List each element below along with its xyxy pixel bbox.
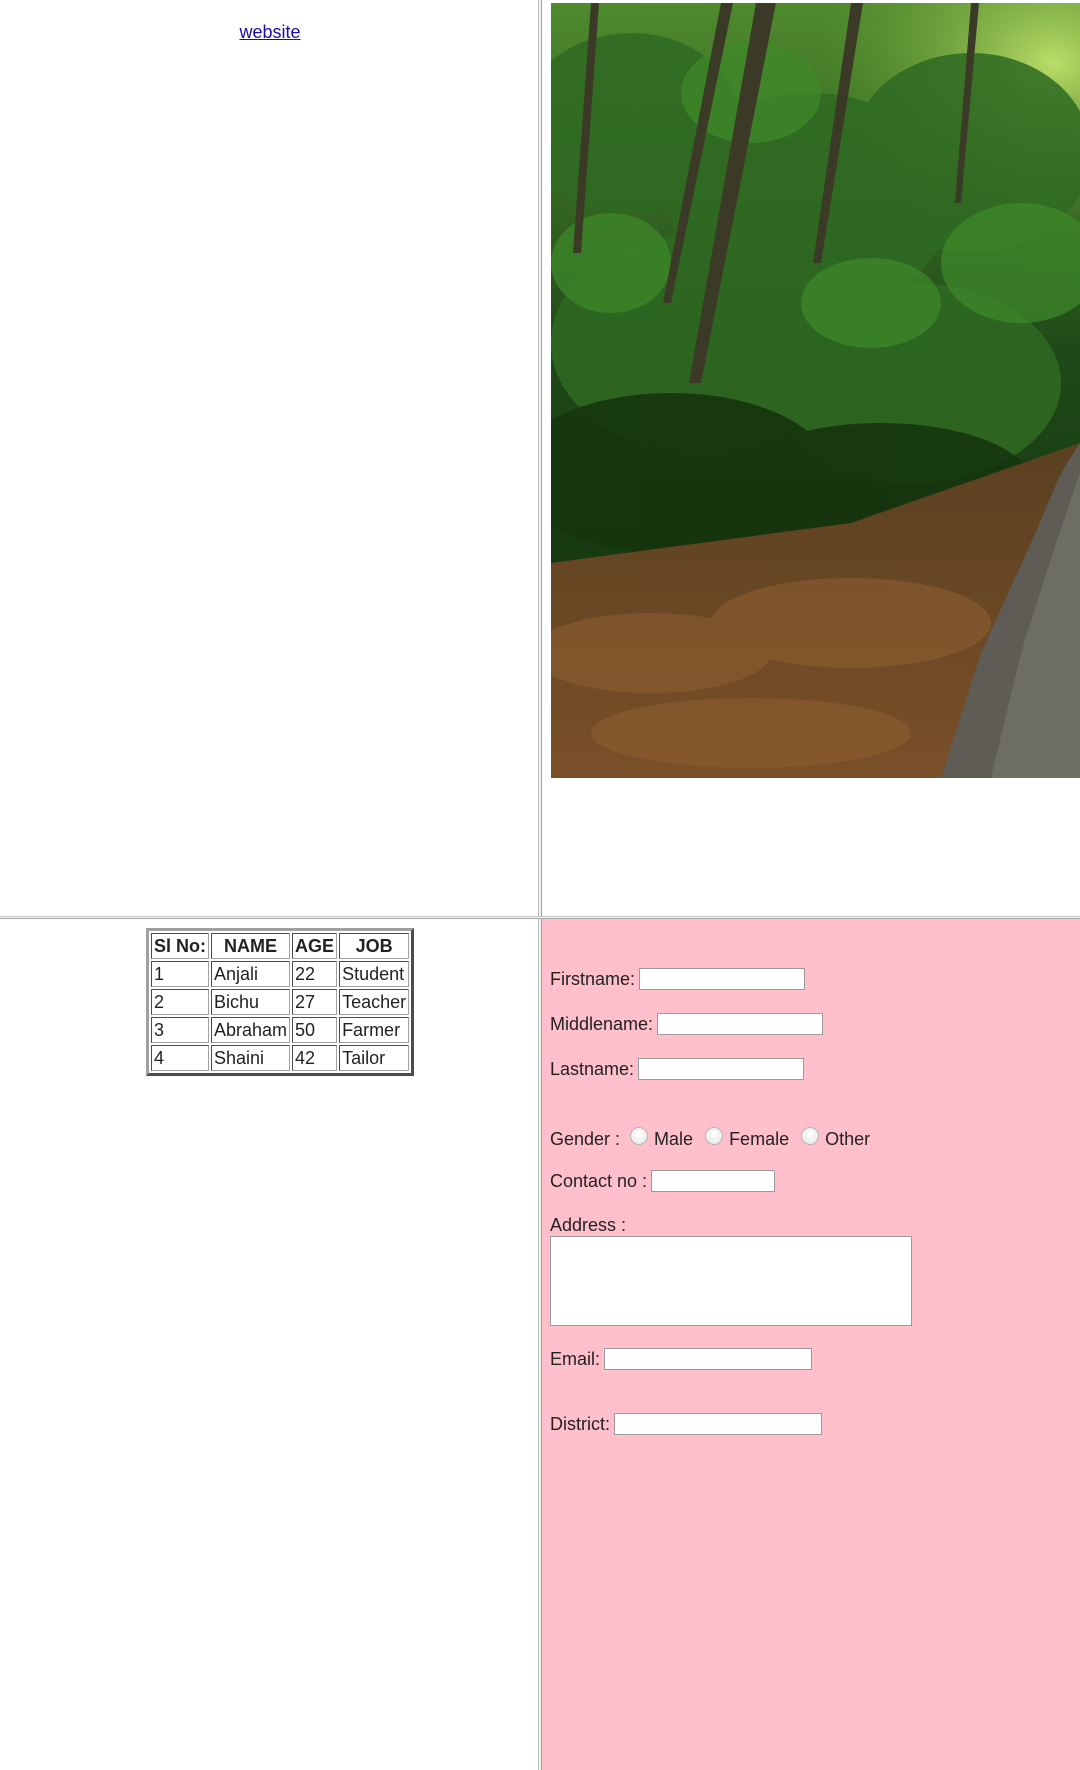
header-job: JOB — [339, 933, 410, 959]
gender-other-label: Other — [825, 1129, 871, 1149]
district-row: District: — [550, 1413, 822, 1435]
cell-job: Tailor — [339, 1045, 410, 1071]
table-row: 3 Abraham 50 Farmer — [151, 1017, 410, 1043]
header-age: AGE — [292, 933, 338, 959]
table-header-row: Sl No: NAME AGE JOB — [151, 933, 410, 959]
cell-name: Anjali — [211, 961, 291, 987]
cell-age: 22 — [292, 961, 338, 987]
cell-sl-no: 3 — [151, 1017, 209, 1043]
cell-sl-no: 4 — [151, 1045, 209, 1071]
cell-name: Bichu — [211, 989, 291, 1015]
frame-top-right — [540, 0, 1080, 918]
email-label: Email: — [550, 1349, 601, 1369]
lastname-input[interactable] — [638, 1058, 805, 1080]
middlename-label: Middlename: — [550, 1014, 654, 1034]
frame-divider-horizontal[interactable] — [0, 916, 1080, 919]
frame-bottom-left: Sl No: NAME AGE JOB 1 Anjali 22 Student … — [0, 918, 540, 1770]
website-link[interactable]: website — [0, 22, 540, 43]
header-sl-no: Sl No: — [151, 933, 209, 959]
email-row: Email: — [550, 1348, 813, 1370]
people-table: Sl No: NAME AGE JOB 1 Anjali 22 Student … — [146, 928, 415, 1076]
lastname-label: Lastname: — [550, 1059, 635, 1079]
firstname-row: Firstname: — [550, 968, 806, 990]
email-input[interactable] — [604, 1348, 813, 1370]
district-label: District: — [550, 1414, 610, 1434]
cell-name: Shaini — [211, 1045, 291, 1071]
gender-label: Gender : — [550, 1129, 621, 1149]
forest-image — [551, 3, 1080, 778]
cell-age: 27 — [292, 989, 338, 1015]
table-row: 2 Bichu 27 Teacher — [151, 989, 410, 1015]
address-row: Address : — [550, 1214, 626, 1236]
cell-name: Abraham — [211, 1017, 291, 1043]
gender-other-radio[interactable] — [801, 1127, 820, 1145]
table-row: 4 Shaini 42 Tailor — [151, 1045, 410, 1071]
table-row: 1 Anjali 22 Student — [151, 961, 410, 987]
middlename-input[interactable] — [657, 1013, 824, 1035]
header-name: NAME — [211, 933, 291, 959]
cell-job: Student — [339, 961, 410, 987]
address-textarea[interactable] — [550, 1236, 912, 1326]
gender-female-radio[interactable] — [705, 1127, 724, 1145]
contact-label: Contact no : — [550, 1171, 648, 1191]
cell-job: Farmer — [339, 1017, 410, 1043]
contact-row: Contact no : — [550, 1170, 776, 1192]
cell-age: 50 — [292, 1017, 338, 1043]
frame-divider-vertical[interactable] — [538, 0, 542, 1770]
contact-input[interactable] — [651, 1170, 776, 1192]
firstname-input[interactable] — [639, 968, 806, 990]
lastname-row: Lastname: — [550, 1058, 805, 1080]
district-input[interactable] — [614, 1413, 822, 1435]
address-label: Address : — [550, 1215, 627, 1235]
gender-row: Gender : Male Female Other — [550, 1127, 872, 1150]
firstname-label: Firstname: — [550, 969, 636, 989]
gender-male-label: Male — [654, 1129, 694, 1149]
cell-sl-no: 2 — [151, 989, 209, 1015]
gender-female-label: Female — [729, 1129, 790, 1149]
cell-age: 42 — [292, 1045, 338, 1071]
cell-job: Teacher — [339, 989, 410, 1015]
frame-top-left: website — [0, 0, 540, 918]
cell-sl-no: 1 — [151, 961, 209, 987]
frame-bottom-right-form: Firstname: Middlename: Lastname: Gender … — [540, 918, 1080, 1770]
middlename-row: Middlename: — [550, 1013, 824, 1035]
gender-male-radio[interactable] — [630, 1127, 649, 1145]
